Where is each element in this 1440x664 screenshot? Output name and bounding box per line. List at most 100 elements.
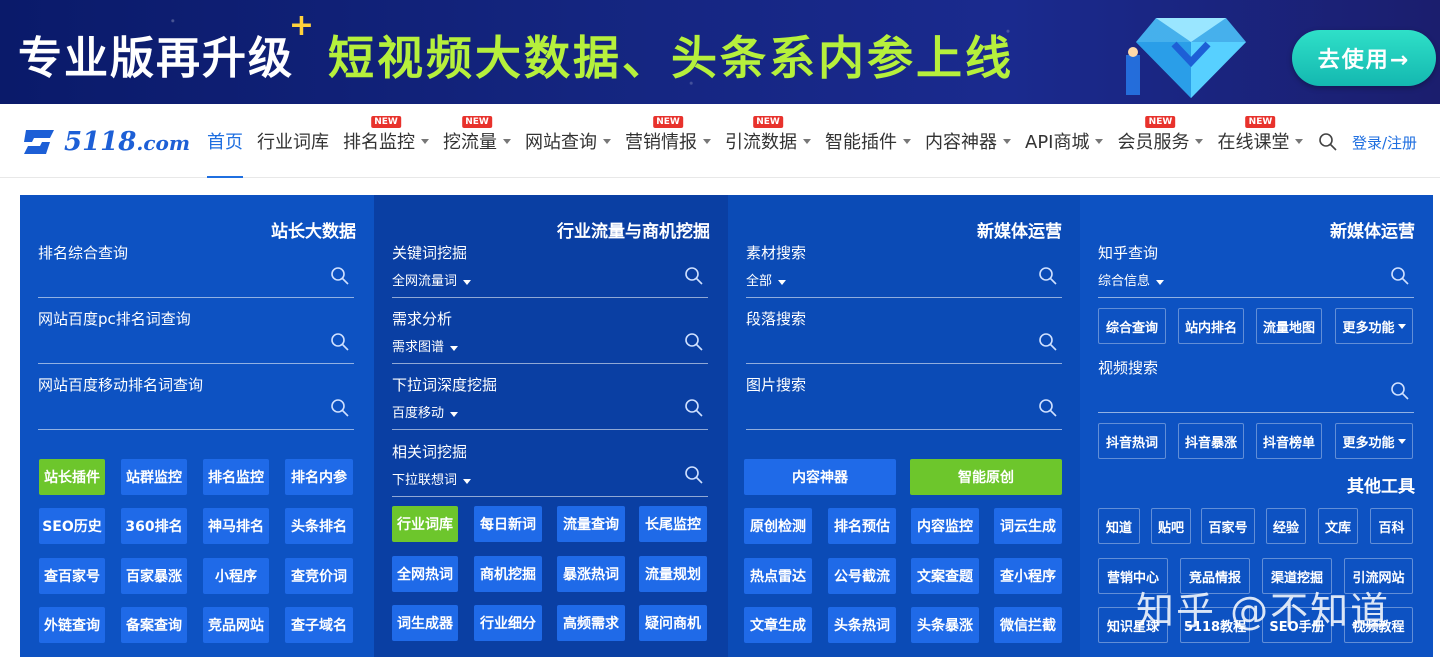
tool-button[interactable]: 每日新词 (474, 506, 542, 542)
more-features-dropdown[interactable]: 更多功能 (1335, 423, 1413, 459)
tool-button[interactable]: 行业词库 (392, 506, 458, 542)
tool-button[interactable]: 热点雷达 (744, 558, 812, 594)
tool-button[interactable]: 长尾监控 (639, 506, 707, 542)
site-logo[interactable]: 5118.com (20, 124, 190, 160)
scope-dropdown[interactable]: 下拉联想词 (392, 469, 472, 488)
dropdown-word-mining-search-field[interactable]: 下拉词深度挖掘 百度移动 (392, 374, 708, 430)
tool-button[interactable]: 排名预估 (828, 508, 896, 544)
content-tools-button[interactable]: 内容神器 (744, 459, 896, 495)
baidu-pc-rank-search-field[interactable]: 网站百度pc排名词查询 (38, 308, 354, 364)
tool-button[interactable]: 抖音榜单 (1256, 423, 1322, 459)
tool-button[interactable]: 词生成器 (392, 605, 458, 641)
search-icon[interactable] (1038, 332, 1058, 352)
tool-button[interactable]: 文案查题 (911, 558, 979, 594)
tool-button[interactable]: 360排名 (121, 508, 187, 544)
tool-button[interactable]: 文章生成 (744, 607, 812, 643)
search-icon[interactable] (1038, 398, 1058, 418)
tool-button[interactable]: 流量查询 (557, 506, 625, 542)
rank-overview-search-field[interactable]: 排名综合查询 (38, 242, 354, 298)
tool-button[interactable]: SEO历史 (39, 508, 105, 544)
related-word-mining-search-field[interactable]: 相关词挖掘 下拉联想词 (392, 441, 708, 497)
tool-button[interactable]: 高频需求 (557, 605, 625, 641)
tool-button[interactable]: 排名监控 (203, 459, 269, 495)
tool-button[interactable]: 头条暴涨 (911, 607, 979, 643)
tool-button[interactable]: 抖音热词 (1098, 423, 1166, 459)
tool-button[interactable]: 暴涨热词 (557, 556, 625, 592)
nav-item-membership[interactable]: NEW 会员服务 (1117, 104, 1204, 178)
promo-banner[interactable]: 专业版再升级 + 短视频大数据、头条系内参上线 去使用→ (0, 0, 1440, 104)
nav-item-online-class[interactable]: NEW 在线课堂 (1217, 104, 1304, 178)
tool-button[interactable]: 百家暴涨 (121, 558, 187, 594)
nav-item-home[interactable]: 首页 (207, 104, 243, 178)
demand-analysis-search-field[interactable]: 需求分析 需求图谱 (392, 308, 708, 364)
tool-button[interactable]: 贴吧 (1151, 508, 1191, 544)
scope-dropdown[interactable]: 全部 (746, 270, 787, 289)
tool-button[interactable]: 头条热词 (828, 607, 896, 643)
nav-item-traffic-data[interactable]: NEW 引流数据 (725, 104, 811, 178)
tool-button[interactable]: 查竞价词 (285, 558, 353, 594)
search-icon[interactable] (1318, 132, 1338, 152)
more-features-dropdown[interactable]: 更多功能 (1335, 308, 1413, 344)
tool-button[interactable]: 文库 (1318, 508, 1358, 544)
tool-button[interactable]: 站长插件 (39, 459, 105, 495)
tool-button[interactable]: 站内排名 (1178, 308, 1244, 344)
tool-button[interactable]: 全网热词 (392, 556, 458, 592)
tool-button[interactable]: 综合查询 (1098, 308, 1166, 344)
tool-button[interactable]: 外链查询 (39, 607, 105, 643)
search-icon[interactable] (1390, 381, 1410, 401)
scope-dropdown[interactable]: 需求图谱 (392, 336, 459, 355)
tool-button[interactable]: 词云生成 (994, 508, 1062, 544)
scope-dropdown[interactable]: 综合信息 (1098, 270, 1165, 289)
tool-button[interactable]: 神马排名 (203, 508, 269, 544)
search-icon[interactable] (684, 465, 704, 485)
tool-button[interactable]: 站群监控 (121, 459, 187, 495)
tool-button[interactable]: 疑问商机 (639, 605, 707, 641)
tool-button[interactable]: 头条排名 (285, 508, 353, 544)
use-now-button[interactable]: 去使用→ (1292, 30, 1436, 86)
video-search-field[interactable]: 视频搜索 (1098, 357, 1414, 413)
search-icon[interactable] (684, 332, 704, 352)
nav-item-api-store[interactable]: API商城 (1025, 104, 1104, 178)
nav-item-smart-plugins[interactable]: 智能插件 (825, 104, 911, 178)
scope-dropdown[interactable]: 百度移动 (392, 402, 459, 421)
baidu-mobile-rank-search-field[interactable]: 网站百度移动排名词查询 (38, 374, 354, 430)
tool-button[interactable]: 流量规划 (639, 556, 707, 592)
search-icon[interactable] (684, 266, 704, 286)
search-icon[interactable] (1038, 266, 1058, 286)
tool-button[interactable]: 原创检测 (744, 508, 812, 544)
tool-button[interactable]: 排名内参 (285, 459, 353, 495)
scope-dropdown[interactable]: 全网流量词 (392, 270, 472, 289)
tool-button[interactable]: 公号截流 (828, 558, 896, 594)
nav-item-content-tools[interactable]: 内容神器 (925, 104, 1011, 178)
tool-button[interactable]: 百家号 (1201, 508, 1255, 544)
image-search-field[interactable]: 图片搜索 (746, 374, 1062, 430)
tool-button[interactable]: 百科 (1370, 508, 1413, 544)
tool-button[interactable]: 流量地图 (1256, 308, 1322, 344)
tool-button[interactable]: 查百家号 (39, 558, 105, 594)
login-register-link[interactable]: 登录/注册 (1352, 132, 1417, 153)
nav-item-rank-monitor[interactable]: NEW 排名监控 (343, 104, 429, 178)
tool-button[interactable]: 备案查询 (121, 607, 187, 643)
nav-item-industry-lexicon[interactable]: 行业词库 (257, 104, 329, 178)
search-icon[interactable] (330, 332, 350, 352)
tool-button[interactable]: 知道 (1098, 508, 1140, 544)
tool-button[interactable]: 商机挖掘 (474, 556, 542, 592)
tool-button[interactable]: 查小程序 (994, 558, 1062, 594)
paragraph-search-field[interactable]: 段落搜索 (746, 308, 1062, 364)
tool-button[interactable]: 抖音暴涨 (1178, 423, 1244, 459)
nav-item-marketing-intel[interactable]: NEW 营销情报 (625, 104, 711, 178)
tool-button[interactable]: 小程序 (203, 558, 269, 594)
tool-button[interactable]: 经验 (1266, 508, 1306, 544)
tool-button[interactable]: 竞品网站 (203, 607, 269, 643)
tool-button[interactable]: 查子域名 (285, 607, 353, 643)
search-icon[interactable] (684, 398, 704, 418)
smart-original-button[interactable]: 智能原创 (910, 459, 1062, 495)
tool-button[interactable]: 行业细分 (474, 605, 542, 641)
keyword-mining-search-field[interactable]: 关键词挖掘 全网流量词 (392, 242, 708, 298)
nav-item-traffic-mining[interactable]: NEW 挖流量 (443, 104, 511, 178)
tool-button[interactable]: 微信拦截 (994, 607, 1062, 643)
search-icon[interactable] (330, 398, 350, 418)
zhihu-search-field[interactable]: 知乎查询 综合信息 (1098, 242, 1414, 298)
tool-button[interactable]: 内容监控 (911, 508, 979, 544)
search-icon[interactable] (330, 266, 350, 286)
